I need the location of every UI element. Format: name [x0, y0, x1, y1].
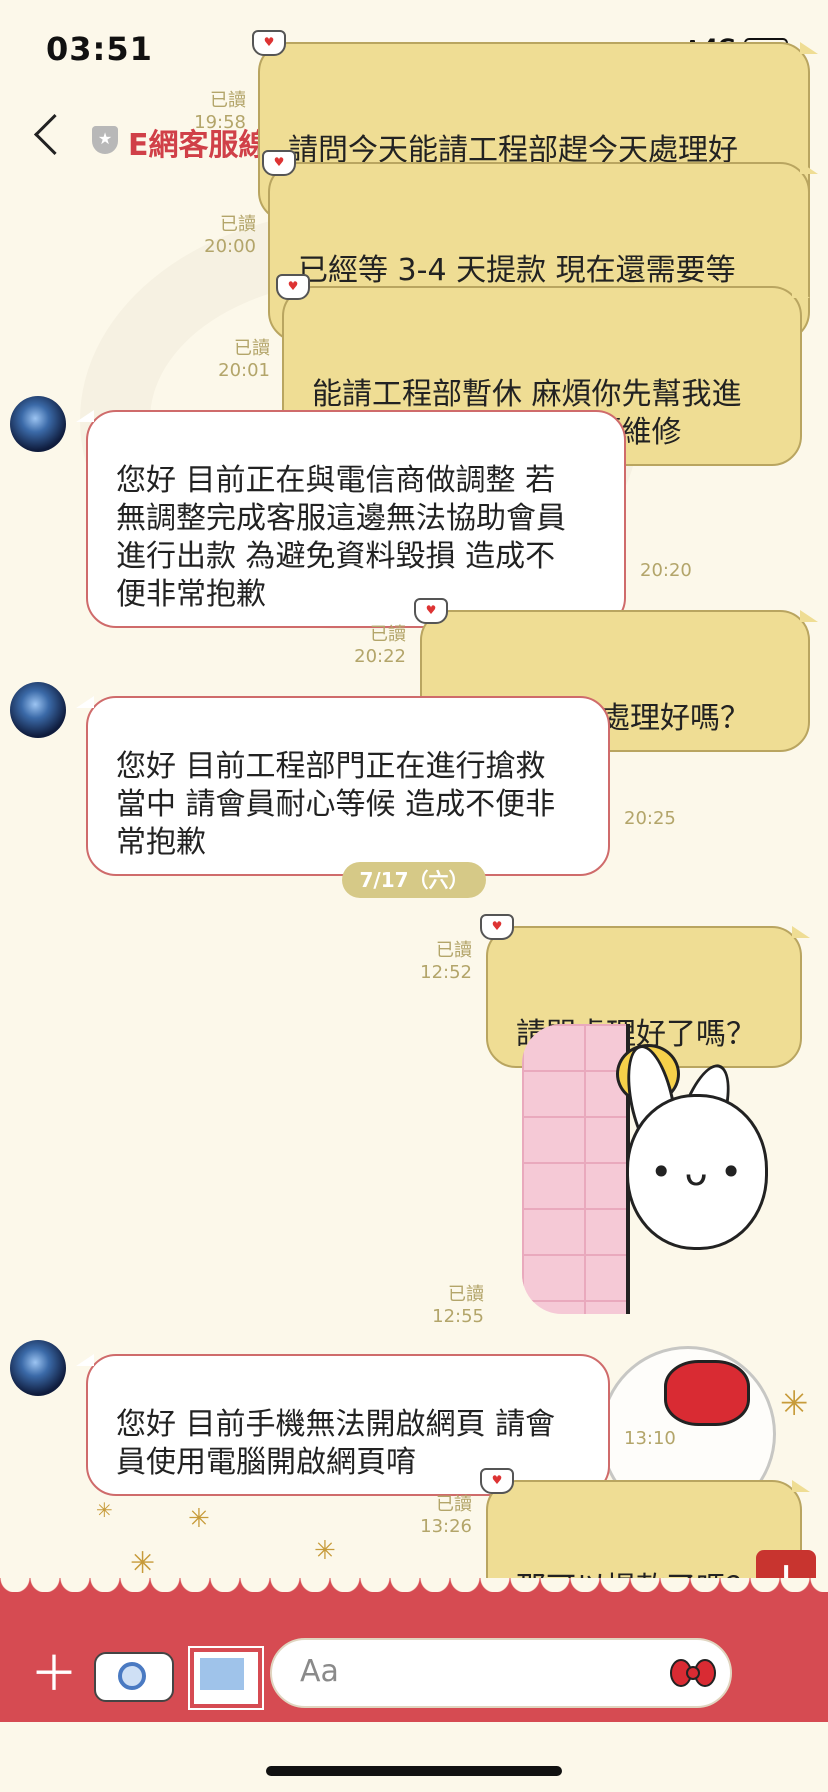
agent-avatar[interactable]: [10, 682, 66, 738]
sparkle-icon: ✳: [780, 1384, 809, 1424]
cup-icon: ♥: [480, 1468, 514, 1494]
message-meta: 已讀 20:00: [170, 214, 256, 258]
read-label: 已讀: [436, 940, 472, 961]
cup-icon: ♥: [414, 598, 448, 624]
message-time: 19:58: [194, 112, 246, 133]
message-time: 13:26: [420, 1516, 472, 1537]
agent-avatar[interactable]: [10, 396, 66, 452]
message-time: 12:55: [432, 1306, 484, 1327]
message-time: 12:52: [420, 962, 472, 983]
read-label: 已讀: [436, 1494, 472, 1515]
message-time: 20:20: [640, 560, 692, 581]
message-meta: 已讀 20:22: [320, 624, 406, 668]
shield-icon: ★: [92, 126, 118, 154]
message-time: 20:01: [218, 360, 270, 381]
read-label: 已讀: [448, 1284, 484, 1305]
read-label: 已讀: [370, 624, 406, 645]
message-meta: 已讀 12:55: [398, 1284, 484, 1328]
message-text: 您好 目前正在與電信商做調整 若 無調整完成客服這邊無法協助會員 進行出款 為避…: [116, 463, 566, 612]
sparkle-icon: ✳: [130, 1546, 156, 1581]
back-icon[interactable]: [33, 113, 76, 156]
sparkle-icon: ✳: [188, 1504, 210, 1534]
cup-icon: ♥: [262, 150, 296, 176]
sticker-wall[interactable]: [522, 1024, 630, 1314]
read-label: 已讀: [220, 214, 256, 235]
cup-icon: ♥: [276, 274, 310, 300]
plus-icon[interactable]: ＋: [30, 1650, 78, 1698]
sparkle-icon: ✳: [96, 1498, 113, 1522]
photo-icon[interactable]: [188, 1646, 264, 1710]
camera-icon[interactable]: [94, 1652, 174, 1702]
status-time: 03:51: [46, 30, 153, 68]
kitty-bow-illustration: [664, 1360, 750, 1426]
message-time: 20:00: [204, 236, 256, 257]
message-text: 您好 目前工程部門正在進行搶救 當中 請會員耐心等候 造成不便非 常抱歉: [116, 749, 556, 860]
message-input[interactable]: [270, 1638, 732, 1708]
message-bubble-incoming[interactable]: 您好 目前正在與電信商做調整 若 無調整完成客服這邊無法協助會員 進行出款 為避…: [76, 410, 626, 628]
date-separator: 7/17（六）: [342, 862, 486, 898]
message-meta: 已讀 20:01: [184, 338, 270, 382]
cup-icon: ♥: [252, 30, 286, 56]
sticker-bow-icon[interactable]: [670, 1656, 716, 1690]
message-time: 20:22: [354, 646, 406, 667]
message-input-placeholder: Aa: [300, 1654, 339, 1689]
message-bubble-incoming[interactable]: 您好 目前工程部門正在進行搶救 當中 請會員耐心等候 造成不便非 常抱歉: [76, 696, 610, 876]
read-label: 已讀: [210, 90, 246, 111]
cup-icon: ♥: [480, 914, 514, 940]
sticker-bunny-face: • ᴗ •: [650, 1150, 743, 1194]
message-bubble-incoming[interactable]: 您好 目前手機無法開啟網頁 請會 員使用電腦開啟網頁唷: [76, 1354, 610, 1496]
message-meta: 已讀 12:52: [386, 940, 472, 984]
message-meta: 已讀 19:58: [160, 90, 246, 134]
agent-avatar[interactable]: [10, 1340, 66, 1396]
message-time: 20:25: [624, 808, 676, 829]
read-label: 已讀: [234, 338, 270, 359]
home-indicator: [266, 1766, 562, 1776]
sparkle-icon: ✳: [314, 1536, 336, 1566]
message-time: 13:10: [624, 1428, 676, 1449]
message-meta: 已讀 13:26: [386, 1494, 472, 1538]
